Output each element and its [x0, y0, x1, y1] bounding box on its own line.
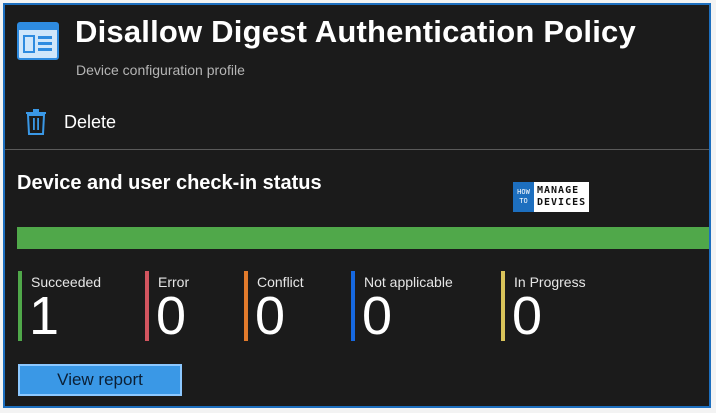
stat-color-bar	[351, 271, 355, 341]
divider	[5, 149, 709, 150]
delete-button[interactable]: Delete	[25, 105, 116, 139]
delete-label: Delete	[64, 111, 117, 132]
view-report-button[interactable]: View report	[18, 364, 182, 396]
stat-value: 0	[255, 286, 286, 346]
stat-color-bar	[145, 271, 149, 341]
progress-fill-succeeded	[17, 227, 709, 249]
section-title: Device and user check-in status	[17, 172, 322, 194]
stat-value: 0	[512, 286, 543, 346]
page-title: Disallow Digest Authentication Policy	[75, 14, 636, 49]
page-subtitle: Device configuration profile	[76, 62, 245, 78]
stat-value: 0	[362, 286, 393, 346]
profile-icon	[17, 22, 59, 60]
command-bar: Delete	[5, 101, 709, 145]
watermark-box: HOW TO	[513, 182, 534, 212]
watermark-logo: HOW TO MANAGE DEVICES	[513, 182, 593, 212]
watermark-text: MANAGE DEVICES	[534, 182, 590, 212]
stat-value: 1	[29, 286, 60, 346]
trash-icon	[26, 109, 46, 135]
stat-color-bar	[501, 271, 505, 341]
status-progress-bar	[17, 227, 709, 249]
page-header: Disallow Digest Authentication Policy De…	[5, 5, 709, 91]
stat-color-bar	[244, 271, 248, 341]
policy-panel: Disallow Digest Authentication Policy De…	[3, 3, 711, 408]
stat-color-bar	[18, 271, 22, 341]
stat-value: 0	[156, 286, 187, 346]
